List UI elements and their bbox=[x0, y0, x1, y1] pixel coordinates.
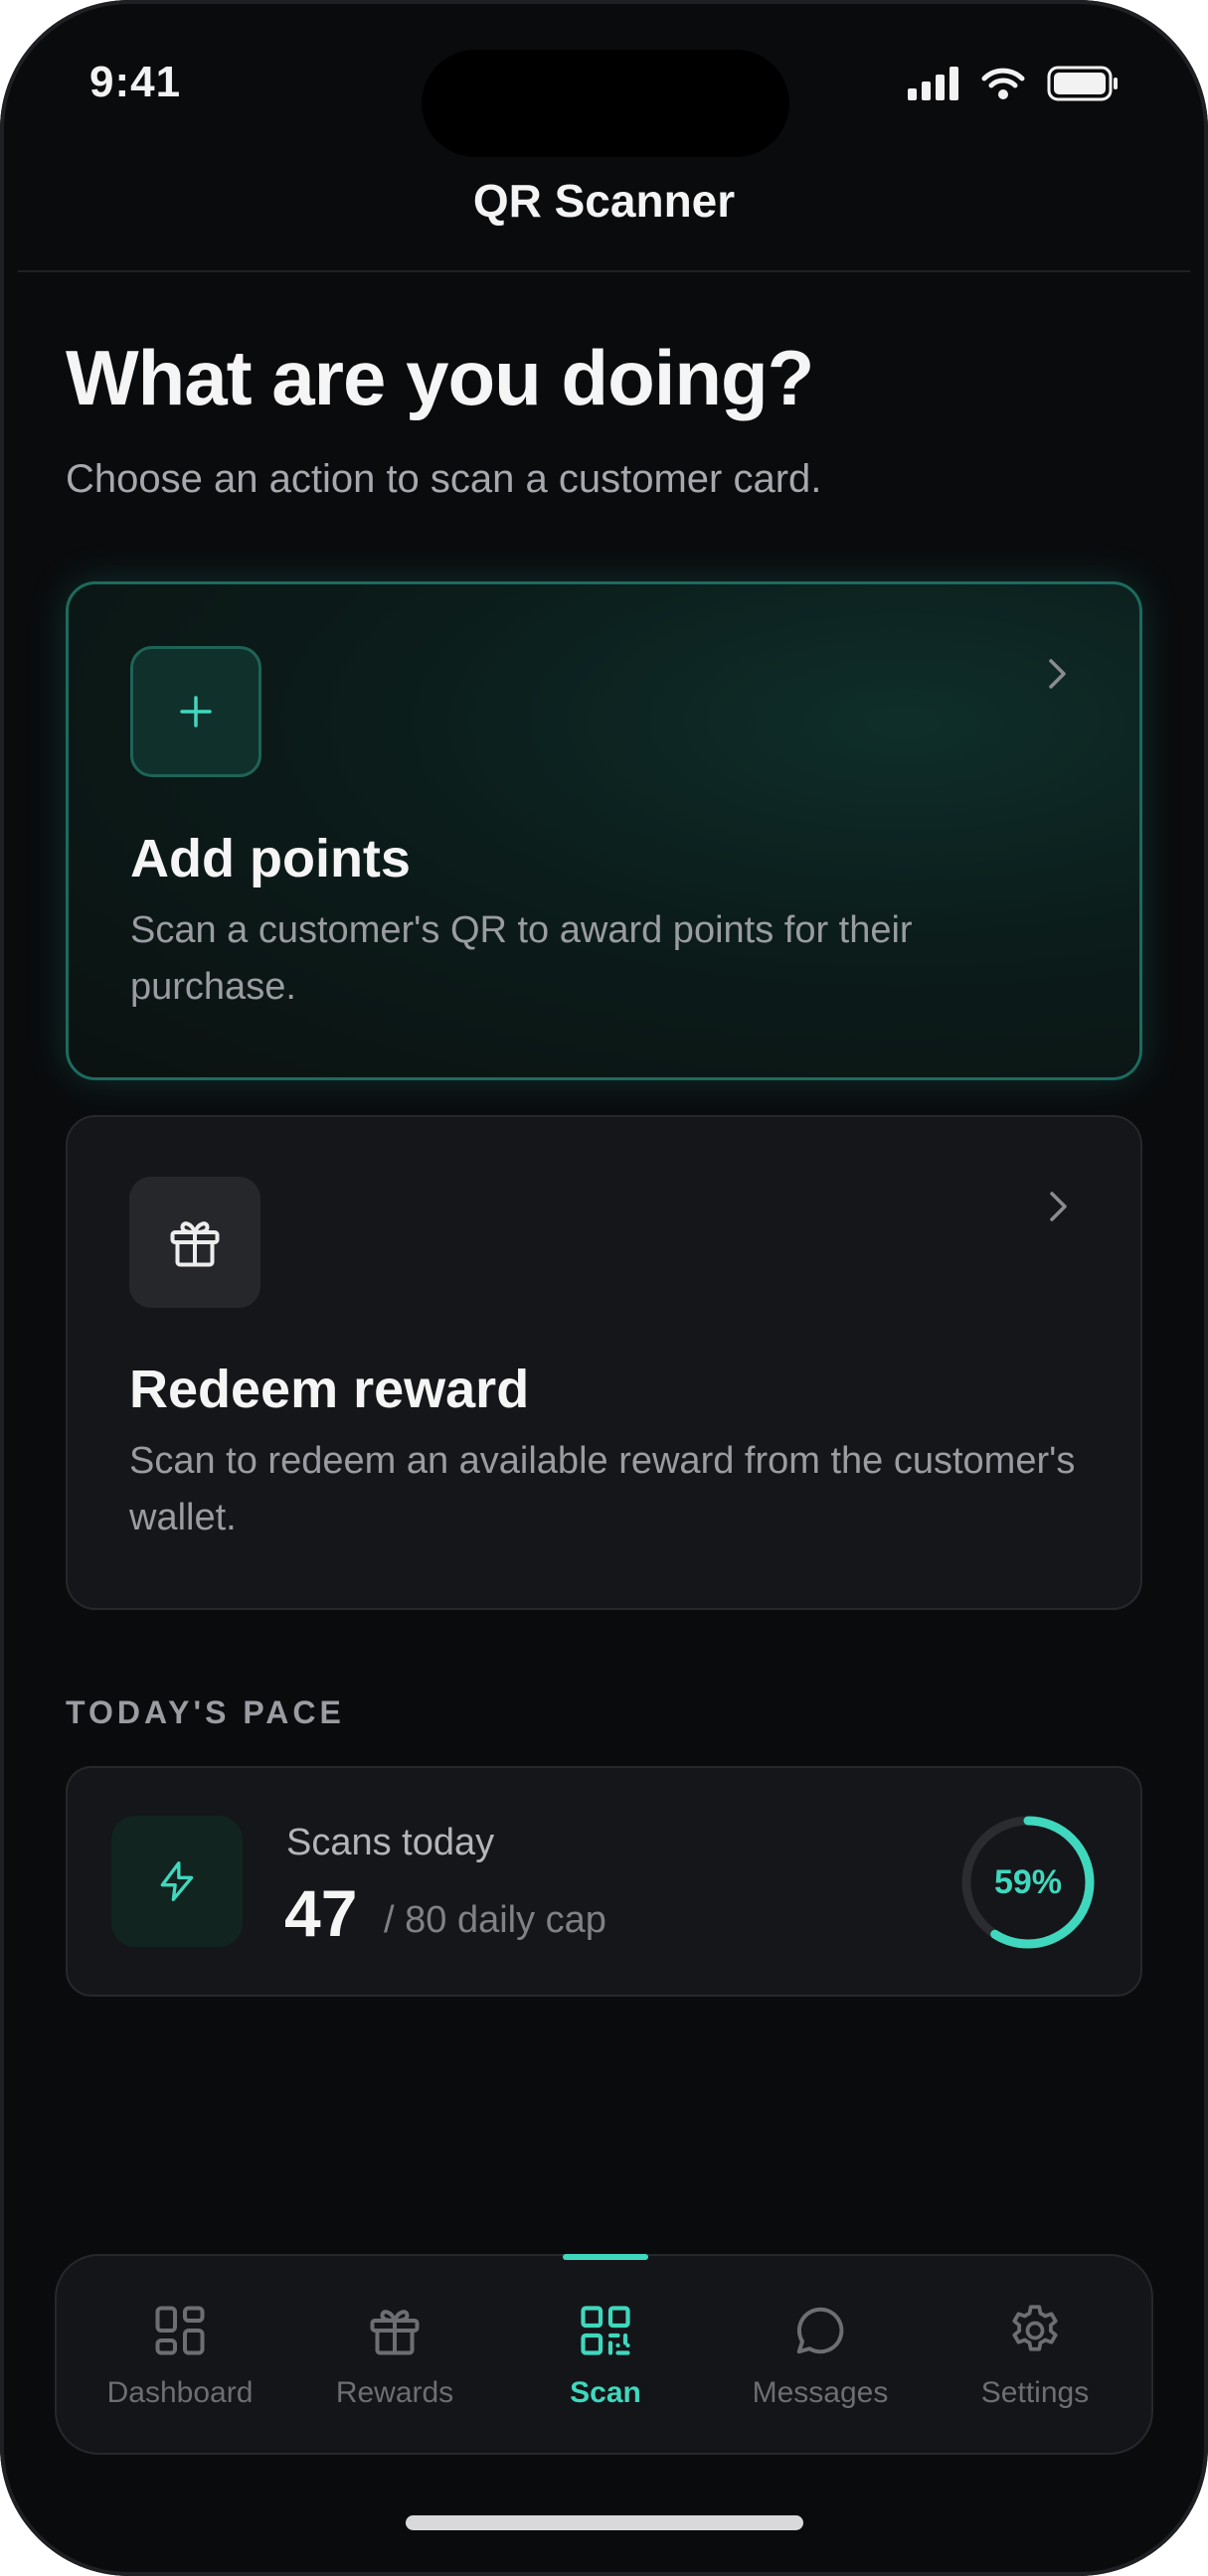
active-tab-indicator bbox=[563, 2254, 648, 2260]
status-icons bbox=[908, 64, 1119, 103]
todays-pace-card: Scans today 47 / 80 daily cap 59% bbox=[66, 1766, 1142, 1997]
header-divider bbox=[18, 270, 1190, 272]
tab-settings[interactable]: Settings bbox=[936, 2256, 1134, 2457]
battery-icon bbox=[1047, 66, 1118, 101]
chat-bubble-icon bbox=[796, 2307, 844, 2354]
pace-icon-tile bbox=[111, 1816, 243, 1947]
redeem-reward-card[interactable]: Redeem reward Scan to redeem an availabl… bbox=[66, 1115, 1142, 1610]
card-description: Scan a customer's QR to award points for… bbox=[130, 909, 913, 1008]
status-bar: 9:41 bbox=[0, 0, 1208, 159]
page-title: QR Scanner bbox=[472, 175, 736, 227]
tab-label: Scan bbox=[570, 2376, 641, 2409]
tab-label: Settings bbox=[980, 2376, 1090, 2409]
tab-messages[interactable]: Messages bbox=[721, 2256, 920, 2457]
tab-rewards[interactable]: Rewards bbox=[295, 2256, 494, 2457]
redeem-reward-icon-tile bbox=[129, 1177, 260, 1308]
subheadline: Choose an action to scan a customer card… bbox=[66, 457, 822, 501]
tab-bar: Dashboard Rewards Scan Messages Settings bbox=[55, 2254, 1153, 2455]
tab-scan[interactable]: Scan bbox=[506, 2254, 705, 2457]
headline: What are you doing? bbox=[66, 334, 814, 421]
gift-icon bbox=[370, 2310, 420, 2355]
section-label: TODAY'S PACE bbox=[66, 1694, 345, 1730]
plus-icon bbox=[180, 696, 212, 727]
gear-icon bbox=[1012, 2305, 1058, 2351]
card-title: Add points bbox=[130, 829, 411, 888]
phone-screen: 9:41 QR Scanner What are you doing? Choo… bbox=[0, 0, 1208, 2576]
tab-label: Dashboard bbox=[106, 2376, 254, 2409]
qr-code-icon bbox=[581, 2306, 630, 2355]
progress-percent: 59% bbox=[993, 1862, 1063, 1901]
card-description: Scan to redeem an available reward from … bbox=[129, 1440, 1076, 1538]
signal-icon bbox=[908, 67, 958, 100]
status-time: 9:41 bbox=[89, 58, 182, 106]
chevron-right-icon bbox=[1049, 659, 1066, 689]
add-points-card[interactable]: Add points Scan a customer's QR to award… bbox=[66, 581, 1142, 1080]
tab-label: Rewards bbox=[335, 2376, 454, 2409]
home-indicator bbox=[406, 2515, 803, 2530]
add-points-icon-tile bbox=[130, 646, 261, 777]
card-title: Redeem reward bbox=[129, 1360, 530, 1419]
daily-cap-text: / 80 daily cap bbox=[384, 1899, 606, 1941]
scans-today-label: Scans today bbox=[286, 1822, 495, 1863]
tab-label: Messages bbox=[752, 2376, 889, 2409]
chevron-right-icon bbox=[1050, 1192, 1067, 1221]
dashboard-icon bbox=[155, 2306, 205, 2355]
gift-icon bbox=[170, 1221, 220, 1267]
dynamic-island bbox=[422, 50, 789, 157]
lightning-bolt-icon bbox=[160, 1861, 194, 1901]
wifi-icon bbox=[981, 68, 1025, 99]
scans-today-count: 47 bbox=[284, 1876, 358, 1950]
tab-dashboard[interactable]: Dashboard bbox=[81, 2256, 279, 2457]
